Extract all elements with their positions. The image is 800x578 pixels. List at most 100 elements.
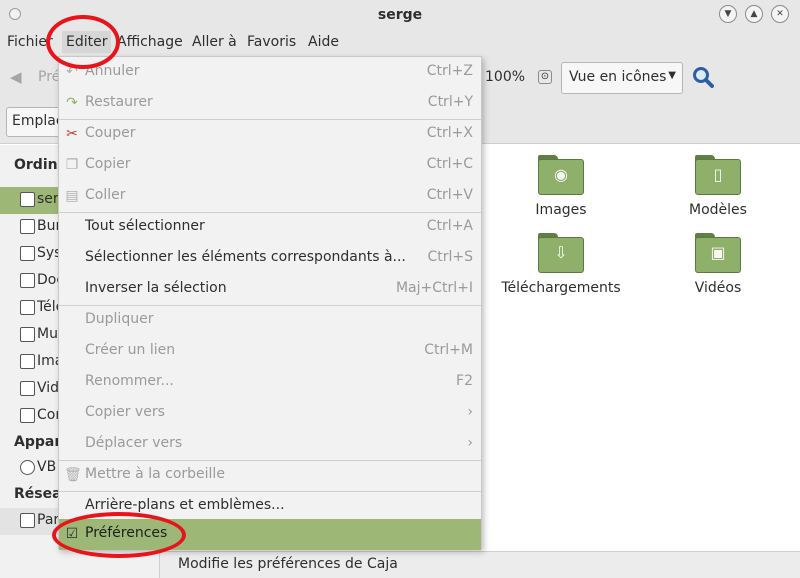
file-label: Téléchargements — [501, 280, 621, 296]
menu-item-label: Sélectionner les éléments correspondants… — [85, 249, 406, 265]
undo-icon: ↶ — [66, 64, 78, 80]
documents-folder-icon — [20, 273, 35, 288]
menu-item-accel: Ctrl+Y — [427, 94, 473, 110]
status-text: Modifie les préférences de Caja — [178, 556, 398, 572]
file-item-videos[interactable]: ▣ Vidéos — [653, 233, 783, 296]
menu-item-accel: Ctrl+Z — [426, 63, 473, 79]
file-item-images[interactable]: ◉ Images — [496, 155, 626, 218]
trash-icon — [20, 408, 35, 423]
file-label: Modèles — [689, 202, 747, 218]
menu-item-label: Annuler — [85, 63, 140, 79]
chevron-down-icon: ▼ — [668, 70, 676, 81]
menu-item-label: Mettre à la corbeille — [85, 466, 225, 482]
menu-item-preferences[interactable]: ☑ Préférences — [59, 519, 481, 550]
back-button-label[interactable]: Pré — [38, 69, 60, 85]
file-label: Vidéos — [694, 280, 742, 296]
title-bar: serge ▼ ▲ ✕ — [0, 0, 800, 30]
home-folder-icon — [20, 192, 35, 207]
zoom-level: 100% — [485, 69, 526, 85]
chevron-right-icon: › — [467, 435, 473, 451]
redo-icon: ↷ — [66, 95, 78, 111]
filesystem-icon — [20, 246, 35, 261]
menu-item-label: Dupliquer — [85, 311, 154, 327]
menu-item-label: Préférences — [85, 525, 168, 541]
menu-editer[interactable]: Editer — [62, 31, 112, 53]
menu-item-tout-selectionner[interactable]: Tout sélectionner Ctrl+A — [59, 212, 481, 243]
menu-item-label: Copier — [85, 156, 131, 172]
edit-menu: ↶ Annuler Ctrl+Z ↷ Restaurer Ctrl+Y ✂ Couper C… — [58, 56, 482, 550]
menu-item-label: Déplacer vers — [85, 435, 183, 451]
menu-item-label: Restaurer — [85, 94, 153, 110]
videos-folder-icon — [20, 381, 35, 396]
sidebar-item-label: Par — [37, 512, 60, 528]
sidebar-item-label: ser — [37, 191, 59, 207]
menu-item-arriere-plans[interactable]: Arrière-plans et emblèmes... — [59, 491, 481, 522]
menu-affichage[interactable]: Affichage — [117, 34, 183, 50]
videos-folder-icon: ▣ — [695, 233, 741, 273]
zoom-reset-icon[interactable]: ⊙ — [538, 70, 552, 84]
desktop-folder-icon — [20, 219, 35, 234]
pictures-folder-icon — [20, 354, 35, 369]
menu-item-inverser-selection[interactable]: Inverser la sélection Maj+Ctrl+I — [59, 274, 481, 305]
network-icon — [20, 513, 35, 528]
templates-folder-icon: ▯ — [695, 155, 741, 195]
menu-item-label: Renommer... — [85, 373, 174, 389]
menu-item-accel: Ctrl+A — [426, 218, 473, 234]
view-mode-value: Vue en icônes — [569, 69, 667, 85]
menu-item-accel: Ctrl+X — [426, 125, 473, 141]
menu-fichier[interactable]: Fichier — [7, 34, 53, 50]
window-title: serge — [377, 7, 423, 23]
menu-item-label: Arrière-plans et emblèmes... — [85, 497, 285, 513]
menu-item-accel: F2 — [456, 373, 473, 389]
menu-item-accel: Maj+Ctrl+I — [395, 280, 473, 296]
optical-drive-icon — [20, 460, 35, 475]
search-icon[interactable] — [692, 66, 714, 88]
menu-item-label: Inverser la sélection — [85, 280, 227, 296]
back-arrow-icon[interactable]: ◀ — [10, 68, 22, 86]
cut-icon: ✂ — [66, 126, 78, 142]
menu-item-restaurer[interactable]: ↷ Restaurer Ctrl+Y — [59, 88, 481, 119]
menu-aller-a[interactable]: Aller à — [192, 34, 237, 50]
menu-item-couper[interactable]: ✂ Couper Ctrl+X — [59, 119, 481, 150]
menu-item-accel: Ctrl+C — [426, 156, 473, 172]
copy-icon: ❐ — [65, 157, 79, 173]
maximize-icon[interactable]: ▲ — [745, 5, 763, 23]
downloads-folder-icon — [20, 300, 35, 315]
pictures-folder-icon: ◉ — [538, 155, 584, 195]
menu-item-accel: Ctrl+V — [426, 187, 473, 203]
downloads-folder-icon: ⇩ — [538, 233, 584, 273]
menu-favoris[interactable]: Favoris — [247, 34, 296, 50]
menu-item-label: Couper — [85, 125, 136, 141]
file-label: Images — [535, 202, 587, 218]
menu-item-copier-vers[interactable]: Copier vers › — [59, 398, 481, 429]
file-item-modeles[interactable]: ▯ Modèles — [653, 155, 783, 218]
menu-item-mettre-corbeille[interactable]: 🗑 Mettre à la corbeille — [59, 460, 481, 491]
music-folder-icon — [20, 327, 35, 342]
view-mode-select[interactable]: Vue en icônes ▼ — [561, 62, 683, 94]
minimize-icon[interactable]: ▼ — [719, 5, 737, 23]
chevron-right-icon: › — [467, 404, 473, 420]
menu-item-copier[interactable]: ❐ Copier Ctrl+C — [59, 150, 481, 181]
menu-item-annuler[interactable]: ↶ Annuler Ctrl+Z — [59, 57, 481, 88]
menu-item-coller[interactable]: ▤ Coller Ctrl+V — [59, 181, 481, 212]
menu-item-accel: Ctrl+M — [424, 342, 473, 358]
menu-item-selectionner-correspondants[interactable]: Sélectionner les éléments correspondants… — [59, 243, 481, 274]
location-button[interactable]: Emplac — [6, 107, 66, 137]
close-icon[interactable]: ✕ — [771, 5, 789, 23]
menu-aide[interactable]: Aide — [308, 34, 339, 50]
menu-bar: Fichier Editer Affichage Aller à Favoris… — [0, 30, 800, 56]
menu-item-deplacer-vers[interactable]: Déplacer vers › — [59, 429, 481, 460]
sidebar-item-label: Vid — [37, 380, 60, 396]
sidebar-item-label: Mu — [37, 326, 58, 342]
menu-item-label: Créer un lien — [85, 342, 176, 358]
menu-item-label: Tout sélectionner — [85, 218, 205, 234]
preferences-icon: ☑ — [65, 526, 79, 542]
file-item-telechargements[interactable]: ⇩ Téléchargements — [496, 233, 626, 296]
status-bar: Modifie les préférences de Caja — [160, 551, 800, 578]
menu-item-creer-lien[interactable]: Créer un lien Ctrl+M — [59, 336, 481, 367]
sidebar-item-label: VB — [37, 459, 57, 475]
menu-item-label: Coller — [85, 187, 126, 203]
menu-item-renommer[interactable]: Renommer... F2 — [59, 367, 481, 398]
menu-item-label: Copier vers — [85, 404, 165, 420]
menu-item-dupliquer[interactable]: Dupliquer — [59, 305, 481, 336]
